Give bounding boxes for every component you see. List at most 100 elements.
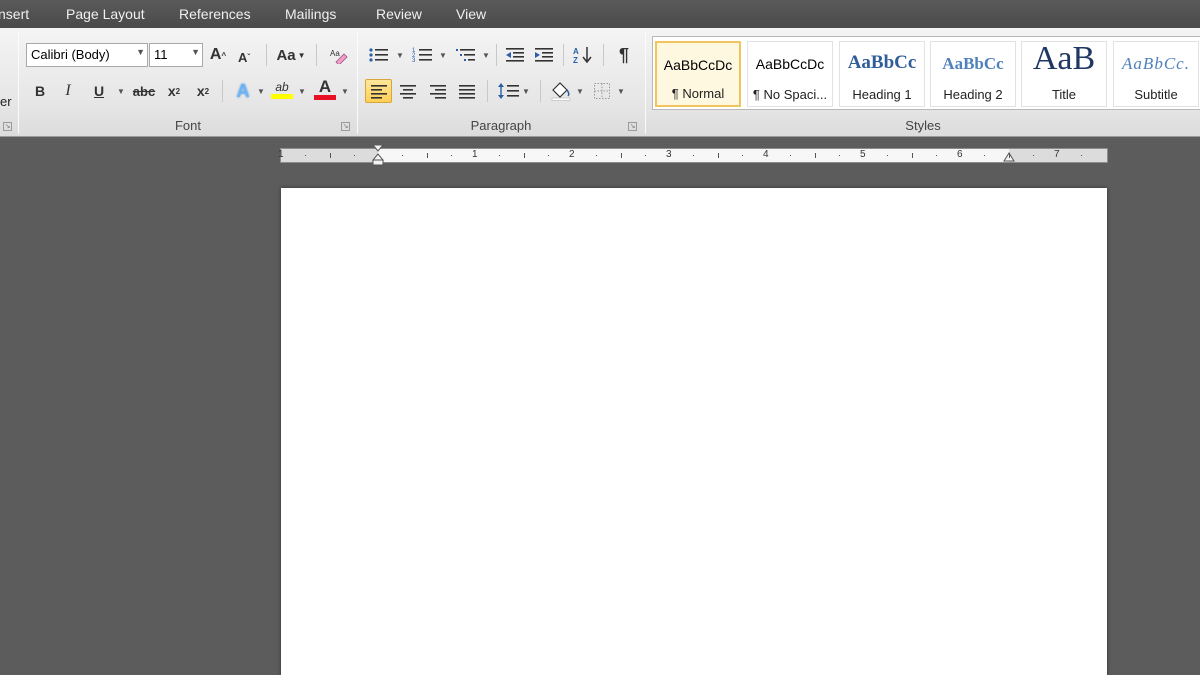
font-size-select[interactable]: 11 ▼ [149, 43, 203, 67]
font-group-label: Font [174, 118, 201, 133]
sort-button[interactable]: A Z [570, 43, 596, 67]
decrease-indent-button[interactable] [503, 43, 527, 67]
font-dialog-launcher-icon[interactable]: ↘ [341, 122, 350, 131]
grow-font-button[interactable]: A ^ [207, 43, 229, 67]
numbering-button[interactable]: 1 2 3 [410, 43, 436, 67]
italic-button[interactable]: I [58, 79, 78, 103]
style-name: ¶ Normal [671, 86, 725, 101]
tab-references[interactable]: References [179, 6, 251, 22]
clipboard-format-painter-label[interactable]: er [0, 94, 12, 109]
style-name: Title [1051, 87, 1077, 102]
highlight-color-swatch [271, 93, 293, 99]
shading-button[interactable] [548, 79, 574, 103]
ruler-tick [523, 153, 525, 158]
style-name: Heading 1 [852, 87, 912, 102]
separator [487, 80, 488, 102]
bullets-dropdown-icon[interactable]: ▼ [396, 51, 404, 60]
ruler-tick [717, 153, 719, 158]
strikethrough-button[interactable]: abc [131, 79, 157, 103]
ruler-dot [838, 155, 840, 156]
tab-view[interactable]: View [456, 6, 486, 22]
justify-button[interactable] [455, 79, 479, 103]
font-color-dropdown-icon[interactable]: ▼ [341, 87, 349, 96]
subscript-button[interactable]: x2 [163, 79, 185, 103]
style-title[interactable]: AaB Title [1021, 41, 1107, 107]
ribbon: er ↘ Calibri (Body) ▼ 11 ▼ A ^ Aˇ Aa ▼ Aa … [0, 28, 1200, 137]
align-right-button[interactable] [426, 79, 450, 103]
shading-dropdown-icon[interactable]: ▼ [576, 87, 584, 96]
multilevel-dropdown-icon[interactable]: ▼ [482, 51, 490, 60]
align-left-button[interactable] [365, 79, 392, 103]
font-family-value: Calibri (Body) [31, 47, 110, 62]
text-effects-button[interactable]: A [230, 79, 256, 103]
clipboard-dialog-launcher-icon[interactable]: ↘ [3, 122, 12, 131]
style-sample: AaBbCc. [1122, 54, 1190, 73]
tab-review[interactable]: Review [376, 6, 422, 22]
align-center-button[interactable] [396, 79, 420, 103]
ruler-number: 7 [1054, 149, 1060, 160]
clear-formatting-button[interactable]: Aa [326, 43, 350, 67]
font-color-button[interactable]: A [311, 77, 339, 101]
grow-font-icon: A [209, 46, 222, 63]
ruler-number: 3 [666, 149, 672, 160]
svg-text:3: 3 [412, 58, 416, 64]
underline-icon: U [93, 83, 105, 99]
line-spacing-button[interactable] [495, 79, 523, 103]
separator [266, 44, 267, 66]
numbering-dropdown-icon[interactable]: ▼ [439, 51, 447, 60]
document-page[interactable] [281, 188, 1107, 675]
paragraph-group-label: Paragraph [470, 118, 532, 133]
indent-marker-icon[interactable] [371, 145, 385, 171]
bold-button[interactable]: B [30, 79, 50, 103]
bullets-button[interactable] [366, 43, 392, 67]
style-heading-1[interactable]: AaBbCc Heading 1 [839, 41, 925, 107]
highlight-button[interactable]: ab [268, 77, 296, 101]
style-no-spacing[interactable]: AaBbCcDc ¶ No Spaci... [747, 41, 833, 107]
tab-page-layout[interactable]: Page Layout [66, 6, 145, 22]
border-icon [594, 83, 610, 99]
ruler-number: 1 [278, 149, 284, 160]
borders-dropdown-icon[interactable]: ▼ [617, 87, 625, 96]
style-subtitle[interactable]: AaBbCc. Subtitle [1113, 41, 1199, 107]
ruler-dot [1032, 155, 1034, 156]
highlighter-icon: ab [275, 79, 289, 94]
ruler-dot [984, 155, 986, 156]
shrink-font-button[interactable]: Aˇ [234, 45, 254, 69]
text-effects-dropdown-icon[interactable]: ▼ [257, 87, 265, 96]
horizontal-ruler[interactable]: 1 1 2 3 4 5 6 7 [278, 145, 1108, 166]
line-spacing-dropdown-icon[interactable]: ▼ [522, 87, 530, 96]
tab-mailings[interactable]: Mailings [285, 6, 336, 22]
bullets-icon [369, 48, 388, 62]
style-normal[interactable]: AaBbCcDc ¶ Normal [655, 41, 741, 107]
ruler-dot [450, 155, 452, 156]
paragraph-dialog-launcher-icon[interactable]: ↘ [628, 122, 637, 131]
decrease-indent-icon [506, 48, 524, 62]
font-family-select[interactable]: Calibri (Body) ▼ [26, 43, 148, 67]
show-formatting-marks-button[interactable]: ¶ [612, 43, 636, 67]
multilevel-list-icon [456, 49, 475, 61]
chevron-down-icon: ▼ [191, 47, 200, 57]
ruler-dot [935, 155, 937, 156]
underline-dropdown-icon[interactable]: ▼ [117, 87, 125, 96]
styles-group-label: Styles [905, 118, 941, 133]
tab-insert[interactable]: nsert [0, 6, 29, 22]
ruler-number: 5 [860, 149, 866, 160]
superscript-button[interactable]: x2 [192, 79, 214, 103]
ruler-dot [402, 155, 404, 156]
style-sample: AaB [1032, 41, 1096, 77]
underline-button[interactable]: U [88, 79, 110, 103]
shrink-font-icon: A [237, 49, 248, 65]
multilevel-list-button[interactable] [453, 43, 479, 67]
increase-indent-button[interactable] [532, 43, 556, 67]
ruler-dot [887, 155, 889, 156]
justify-icon [459, 85, 475, 99]
separator [540, 80, 541, 102]
borders-button[interactable] [590, 79, 614, 103]
highlight-dropdown-icon[interactable]: ▼ [298, 87, 306, 96]
ruler-dot [305, 155, 307, 156]
ruler-number: 1 [472, 149, 478, 160]
ruler-tick [329, 153, 331, 158]
separator [496, 44, 497, 66]
change-case-button[interactable]: Aa ▼ [274, 43, 308, 67]
style-heading-2[interactable]: AaBbCc Heading 2 [930, 41, 1016, 107]
